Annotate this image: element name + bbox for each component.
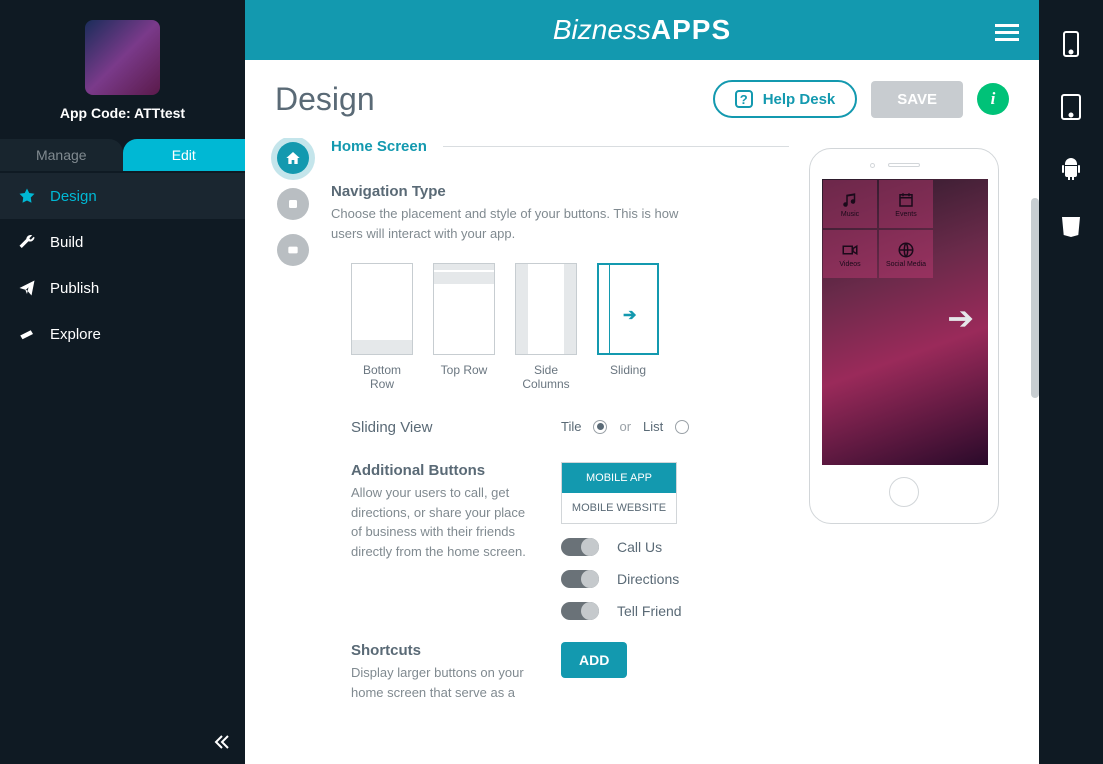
nav-label: Design <box>50 188 97 205</box>
nav-label: Publish <box>50 280 99 297</box>
add-shortcut-button[interactable]: ADD <box>561 642 627 678</box>
page-header: Design ? Help Desk SAVE i <box>245 60 1039 138</box>
app-thumbnail[interactable] <box>85 20 160 95</box>
nav-design[interactable]: Design <box>0 173 245 219</box>
nav-label: Build <box>50 234 83 251</box>
shortcuts-row: Shortcuts Display larger buttons on your… <box>351 642 789 702</box>
arrow-right-icon: ➔ <box>623 305 636 325</box>
tab-mobile-app[interactable]: MOBILE APP <box>562 463 676 493</box>
phone-camera <box>870 163 875 168</box>
main-panel: BiznessAPPS Design ? Help Desk SAVE i <box>245 0 1039 764</box>
device-rail <box>1039 0 1103 764</box>
additional-heading: Additional Buttons <box>351 462 531 479</box>
toggle-switch[interactable] <box>561 538 599 556</box>
tile-events[interactable]: Events <box>879 180 933 228</box>
sliding-view-radios: Tile or List <box>561 419 789 434</box>
phone-speaker <box>888 163 920 167</box>
section-header: Home Screen <box>331 138 789 155</box>
device-iphone-icon[interactable] <box>1061 30 1081 63</box>
nav-explore[interactable]: Explore <box>0 311 245 357</box>
divider <box>443 146 789 147</box>
step-indicator <box>275 138 311 734</box>
shortcuts-desc: Display larger buttons on your home scre… <box>351 663 531 702</box>
slide-arrow-icon[interactable]: ➔ <box>947 299 974 337</box>
nav-type-bottom-row[interactable]: Bottom Row <box>351 263 413 391</box>
sidebar-tabs: Manage Edit <box>0 139 245 171</box>
nav-type-options: Bottom Row Top Row Side Columns ➔ Sl <box>351 263 789 391</box>
toggle-tell-friend: Tell Friend <box>561 602 789 620</box>
toggle-switch[interactable] <box>561 570 599 588</box>
toggle-switch[interactable] <box>561 602 599 620</box>
telescope-icon <box>18 325 36 343</box>
tab-edit[interactable]: Edit <box>123 139 246 171</box>
info-button[interactable]: i <box>977 83 1009 115</box>
hamburger-menu-icon[interactable] <box>995 20 1019 45</box>
nav-type-heading: Navigation Type <box>331 183 789 200</box>
nav-publish[interactable]: Publish <box>0 265 245 311</box>
design-icon <box>18 187 36 205</box>
device-android-icon[interactable] <box>1060 156 1082 185</box>
shortcuts-heading: Shortcuts <box>351 642 531 659</box>
radio-list[interactable] <box>675 420 689 434</box>
left-sidebar: App Code: ATTtest Manage Edit Design Bui… <box>0 0 245 764</box>
collapse-sidebar-icon[interactable] <box>213 735 231 754</box>
nav-type-sliding[interactable]: ➔ Sliding <box>597 263 659 391</box>
tile-social[interactable]: Social Media <box>879 230 933 278</box>
tab-mobile-website[interactable]: MOBILE WEBSITE <box>562 493 676 523</box>
tile-grid: Music Events Videos <box>822 179 934 279</box>
form-column: Home Screen Navigation Type Choose the p… <box>331 138 789 734</box>
header-actions: ? Help Desk SAVE i <box>713 80 1009 118</box>
preview-column: Music Events Videos <box>809 138 1009 734</box>
step-home-icon[interactable] <box>277 142 309 174</box>
video-icon <box>840 241 860 259</box>
page-title: Design <box>275 81 375 118</box>
phone-preview: Music Events Videos <box>809 148 999 524</box>
tile-videos[interactable]: Videos <box>823 230 877 278</box>
toggle-directions: Directions <box>561 570 789 588</box>
nav-build[interactable]: Build <box>0 219 245 265</box>
app-code-label: App Code: ATTtest <box>0 105 245 121</box>
scrollbar[interactable] <box>1031 198 1039 398</box>
platform-tabs: MOBILE APP MOBILE WEBSITE <box>561 462 677 524</box>
phone-screen: Music Events Videos <box>822 179 988 465</box>
phone-home-button <box>889 477 919 507</box>
device-html5-icon[interactable] <box>1060 215 1082 244</box>
wrench-icon <box>18 233 36 251</box>
save-button[interactable]: SAVE <box>871 81 963 118</box>
radio-tile[interactable] <box>593 420 607 434</box>
sliding-view-label: Sliding View <box>351 419 531 436</box>
nav-type-top-row[interactable]: Top Row <box>433 263 495 391</box>
nav-type-desc: Choose the placement and style of your b… <box>331 204 711 243</box>
tab-manage[interactable]: Manage <box>0 139 123 171</box>
question-icon: ? <box>735 90 753 108</box>
calendar-icon <box>896 191 916 209</box>
additional-desc: Allow your users to call, get directions… <box>351 483 531 561</box>
section-title: Home Screen <box>331 138 427 155</box>
music-icon <box>840 191 860 209</box>
step-2-icon[interactable] <box>277 188 309 220</box>
nav-type-side-columns[interactable]: Side Columns <box>515 263 577 391</box>
help-desk-button[interactable]: ? Help Desk <box>713 80 858 118</box>
sidebar-nav: Design Build Publish Explore <box>0 171 245 357</box>
paper-plane-icon <box>18 279 36 297</box>
toggle-call-us: Call Us <box>561 538 789 556</box>
content-area: Home Screen Navigation Type Choose the p… <box>245 138 1039 764</box>
brand-logo: BiznessAPPS <box>553 14 731 46</box>
navigation-type-block: Navigation Type Choose the placement and… <box>331 183 789 391</box>
globe-icon <box>896 241 916 259</box>
additional-buttons-row: Additional Buttons Allow your users to c… <box>351 462 789 620</box>
topbar: BiznessAPPS <box>245 0 1039 60</box>
step-3-icon[interactable] <box>277 234 309 266</box>
device-ipad-icon[interactable] <box>1059 93 1083 126</box>
tile-music[interactable]: Music <box>823 180 877 228</box>
nav-label: Explore <box>50 326 101 343</box>
sliding-view-row: Sliding View Tile or List <box>351 419 789 440</box>
